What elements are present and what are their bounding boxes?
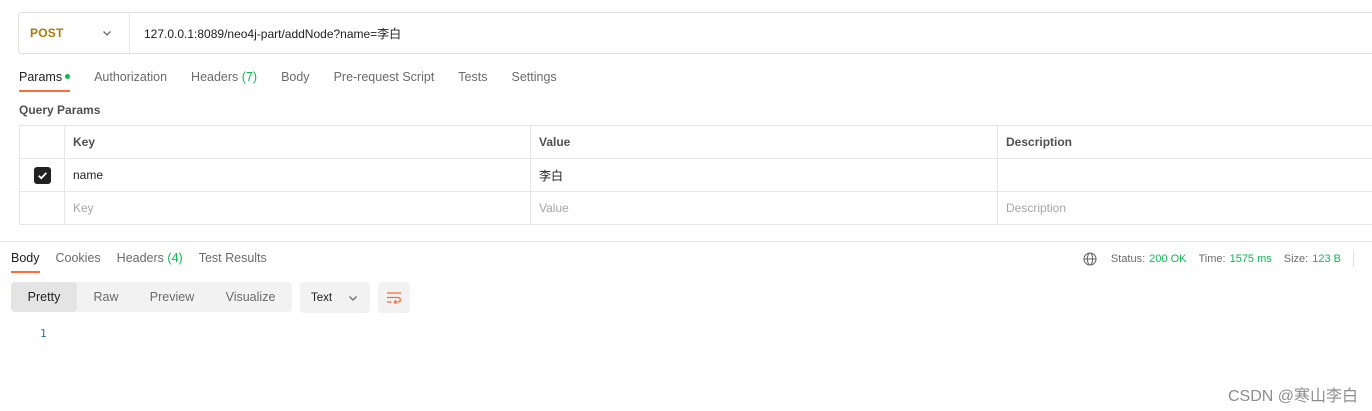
status-label: Status:: [1110, 253, 1146, 265]
view-mode-group: Pretty Raw Preview Visualize: [11, 282, 292, 312]
headers-count: (7): [241, 70, 258, 84]
param-value-cell[interactable]: 李白: [530, 158, 998, 192]
param-description-cell[interactable]: [997, 158, 1372, 192]
tab-test-results[interactable]: Test Results: [199, 243, 267, 273]
tab-label: Body: [11, 251, 40, 265]
tab-authorization[interactable]: Authorization: [94, 62, 167, 92]
time-label: Time:: [1198, 253, 1226, 265]
wrap-lines-icon: [387, 291, 401, 304]
response-headers-count: (4): [167, 251, 183, 265]
tab-response-body[interactable]: Body: [11, 243, 40, 273]
tab-response-headers[interactable]: Headers (4): [117, 243, 183, 273]
size-value[interactable]: 123 B: [1312, 253, 1341, 265]
tab-label: Tests: [458, 70, 488, 84]
query-params-title: Query Params: [19, 103, 101, 117]
column-header-value: Value: [530, 125, 998, 159]
tab-tests[interactable]: Tests: [458, 62, 487, 92]
checkmark-icon: [37, 171, 47, 179]
tab-label: Settings: [511, 70, 557, 84]
tab-cookies[interactable]: Cookies: [56, 243, 101, 273]
panel-divider[interactable]: [0, 241, 1372, 242]
request-tabs: Params Authorization Headers (7) Body Pr…: [19, 62, 581, 92]
table-header-row: Key Value Description: [19, 125, 1372, 159]
new-key-input[interactable]: Key: [64, 191, 531, 225]
request-bar: POST: [18, 12, 1372, 54]
new-description-input[interactable]: Description: [997, 191, 1372, 225]
tab-pre-request-script[interactable]: Pre-request Script: [334, 62, 435, 92]
tab-params[interactable]: Params: [19, 62, 71, 92]
new-value-input[interactable]: Value: [530, 191, 998, 225]
query-params-table: Key Value Description name 李白 Key Value …: [19, 125, 1372, 225]
view-raw-button[interactable]: Raw: [77, 282, 135, 312]
table-row: name 李白: [19, 158, 1372, 192]
url-input[interactable]: [130, 13, 1372, 53]
status-value[interactable]: 200 OK: [1149, 253, 1186, 265]
tab-label: Cookies: [55, 251, 101, 265]
tab-settings[interactable]: Settings: [511, 62, 556, 92]
empty-check-cell: [19, 191, 65, 225]
size-label: Size:: [1283, 253, 1309, 265]
watermark: CSDN @寒山李白: [1227, 388, 1358, 405]
params-active-dot: [65, 74, 71, 80]
tab-body[interactable]: Body: [281, 62, 310, 92]
table-row-empty: Key Value Description: [19, 191, 1372, 225]
tab-label: Headers: [116, 251, 164, 265]
view-pretty-button[interactable]: Pretty: [11, 282, 77, 312]
time-value[interactable]: 1575 ms: [1230, 253, 1272, 265]
tab-headers[interactable]: Headers (7): [191, 62, 257, 92]
response-tabs: Body Cookies Headers (4) Test Results: [11, 243, 283, 273]
header-check-cell: [19, 125, 65, 159]
chevron-down-icon: [103, 31, 111, 36]
tab-label: Params: [19, 70, 63, 84]
tab-label: Authorization: [94, 70, 168, 84]
column-header-description: Description: [997, 125, 1372, 159]
tab-label: Headers: [191, 70, 239, 84]
status-divider: [1353, 251, 1354, 267]
method-select[interactable]: POST: [19, 13, 130, 53]
param-key-cell[interactable]: name: [64, 158, 531, 192]
view-visualize-button[interactable]: Visualize: [209, 282, 292, 312]
view-preview-button[interactable]: Preview: [135, 282, 209, 312]
wrap-lines-button[interactable]: [378, 282, 410, 313]
row-check-cell: [19, 158, 65, 192]
column-header-key: Key: [64, 125, 531, 159]
param-checkbox[interactable]: [33, 166, 51, 184]
method-label: POST: [30, 26, 64, 40]
chevron-down-icon: [349, 295, 357, 301]
line-number: 1: [40, 327, 47, 340]
format-select[interactable]: Text: [300, 282, 370, 313]
globe-icon[interactable]: [1083, 252, 1097, 266]
tab-label: Body: [281, 70, 310, 84]
format-label: Text: [311, 291, 333, 304]
tab-label: Test Results: [198, 251, 267, 265]
tab-label: Pre-request Script: [333, 70, 435, 84]
response-status: Status: 200 OK Time: 1575 ms Size: 123 B: [1083, 251, 1354, 267]
